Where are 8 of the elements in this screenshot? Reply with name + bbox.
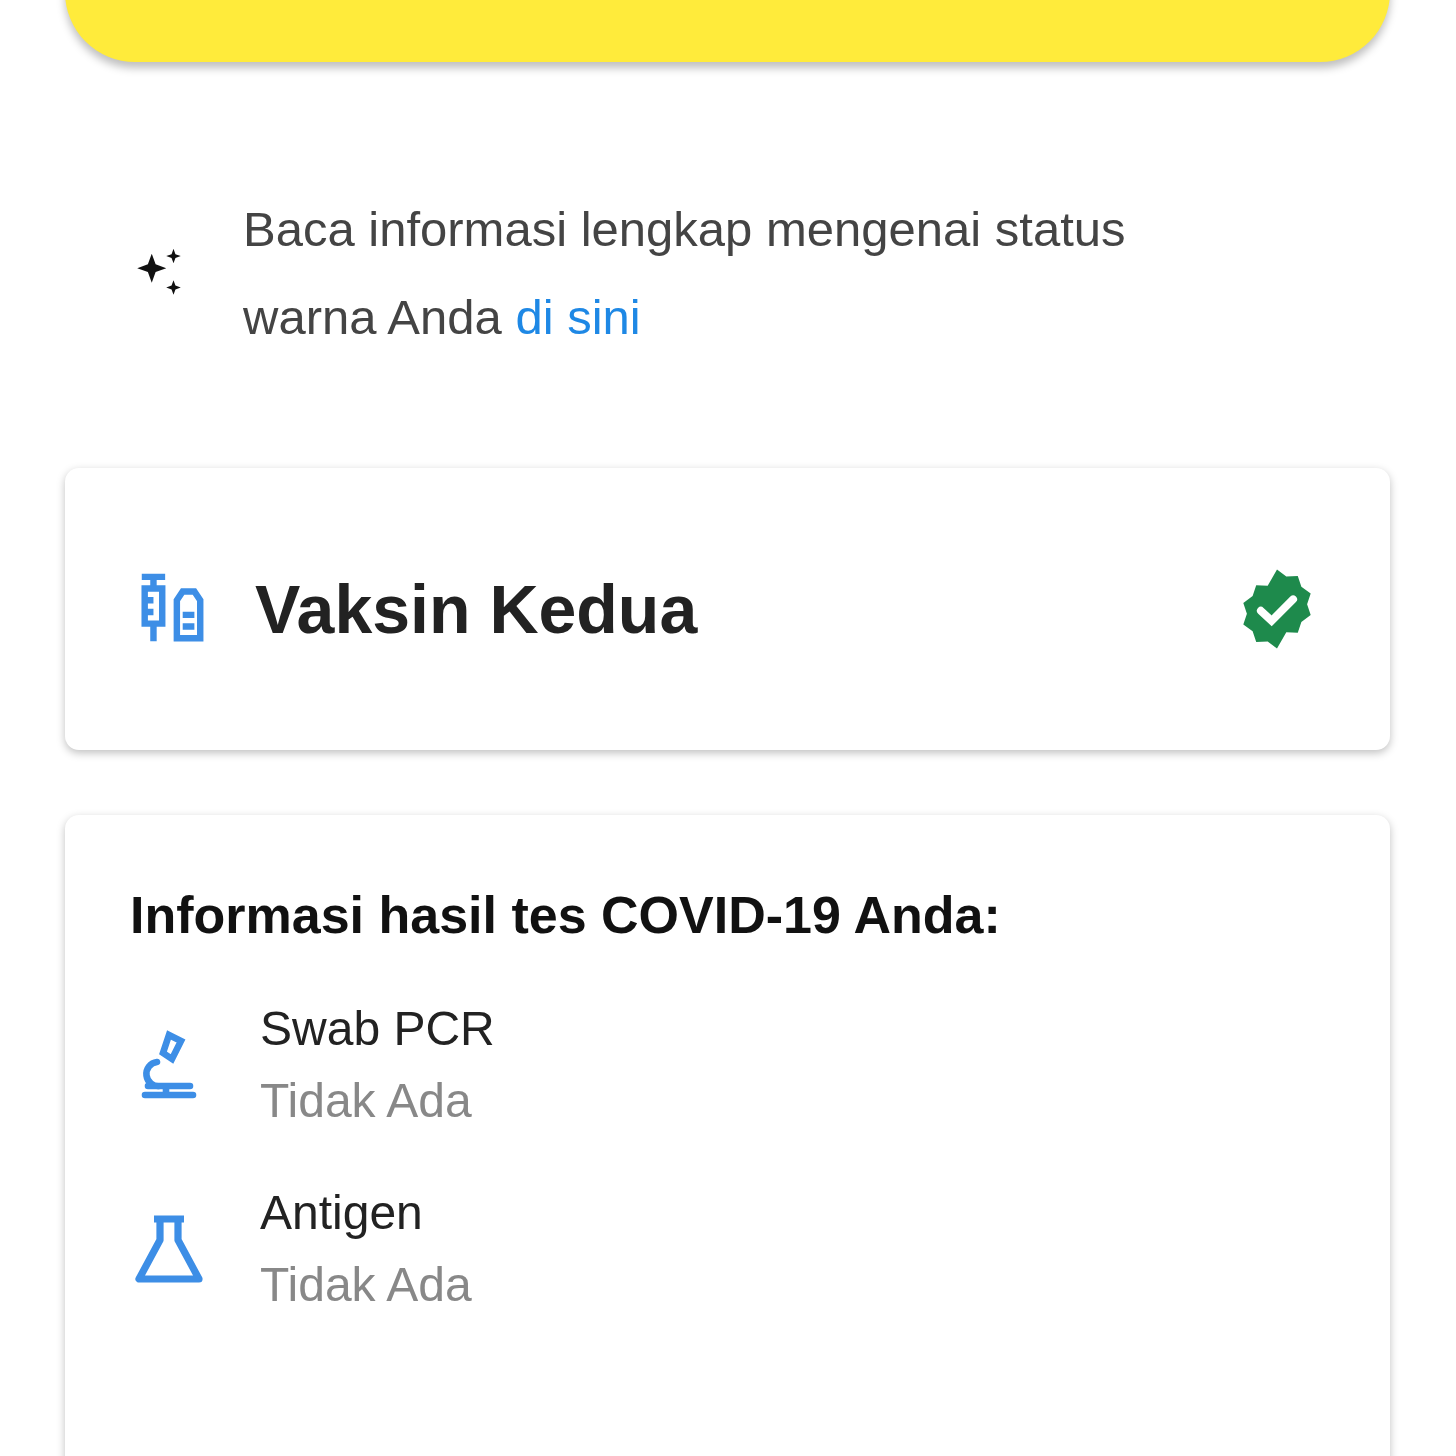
info-text: Baca informasi lengkap mengenai status warna Anda di sini [243, 201, 1127, 346]
info-link[interactable]: di sini [515, 290, 641, 344]
test-result: Tidak Ada [260, 1257, 472, 1313]
test-heading: Informasi hasil tes COVID-19 Anda: [130, 885, 1002, 945]
test-result: Tidak Ada [260, 1073, 473, 1129]
test-name: Swab PCR [260, 1001, 495, 1057]
test-name: Antigen [260, 1185, 424, 1241]
vaccine-title: Vaksin Kedua [255, 570, 699, 648]
